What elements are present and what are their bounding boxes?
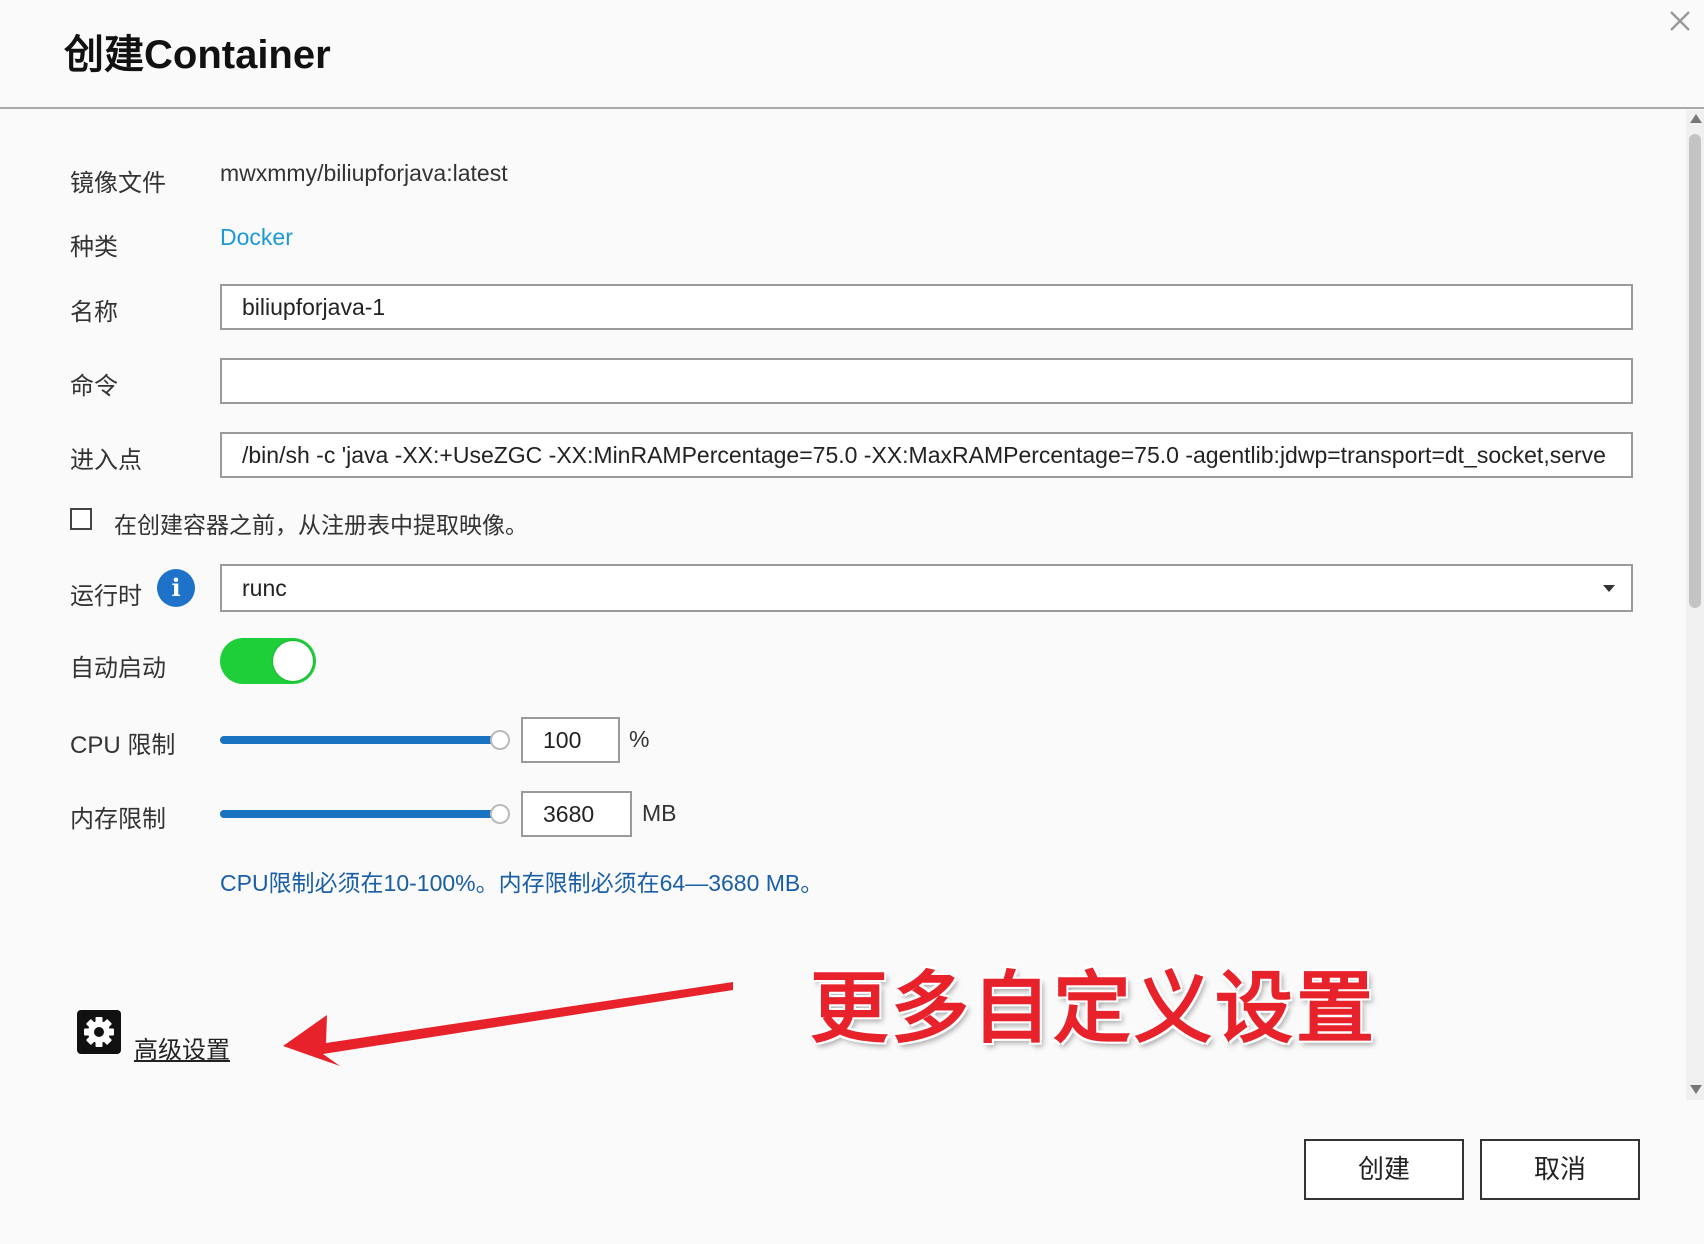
toggle-knob bbox=[273, 641, 313, 681]
chevron-down-icon bbox=[1603, 585, 1615, 592]
scrollbar[interactable] bbox=[1686, 110, 1704, 1100]
name-input[interactable]: biliupforjava-1 bbox=[220, 284, 1633, 330]
scroll-up-arrow-icon[interactable] bbox=[1690, 114, 1702, 123]
dialog-header: 创建Container bbox=[0, 0, 1704, 109]
scroll-down-arrow-icon[interactable] bbox=[1690, 1085, 1702, 1094]
cpu-limit-label: CPU 限制 bbox=[70, 732, 176, 759]
memory-limit-slider-fill bbox=[220, 810, 500, 818]
memory-limit-input[interactable]: 3680 bbox=[521, 791, 632, 837]
autostart-toggle[interactable] bbox=[220, 638, 316, 684]
runtime-select[interactable]: runc bbox=[220, 564, 1633, 612]
type-value: Docker bbox=[220, 224, 293, 250]
pull-image-label: 在创建容器之前，从注册表中提取映像。 bbox=[114, 512, 528, 538]
cancel-button[interactable]: 取消 bbox=[1480, 1139, 1640, 1200]
cpu-limit-input[interactable]: 100 bbox=[521, 717, 620, 763]
dialog-title: 创建Container bbox=[64, 33, 331, 77]
runtime-label: 运行时 bbox=[70, 583, 142, 610]
memory-limit-unit: MB bbox=[642, 800, 677, 826]
annotation-text: 更多自定义设置 bbox=[810, 963, 1378, 1054]
image-value: mwxmmy/biliupforjava:latest bbox=[220, 160, 508, 186]
create-button[interactable]: 创建 bbox=[1304, 1139, 1464, 1200]
pull-image-checkbox[interactable] bbox=[70, 508, 92, 530]
advanced-settings-link[interactable]: 高级设置 bbox=[134, 1030, 230, 1065]
memory-limit-slider[interactable] bbox=[220, 804, 510, 824]
limit-note: CPU限制必须在10-100%。内存限制必须在64—3680 MB。 bbox=[220, 870, 824, 896]
memory-limit-label: 内存限制 bbox=[70, 806, 166, 833]
cpu-limit-slider-fill bbox=[220, 736, 500, 744]
name-label: 名称 bbox=[70, 299, 118, 326]
close-icon[interactable] bbox=[1665, 6, 1695, 36]
info-icon[interactable]: i bbox=[157, 569, 195, 607]
type-label: 种类 bbox=[70, 234, 118, 261]
entrypoint-label: 进入点 bbox=[70, 447, 142, 474]
scrollbar-thumb[interactable] bbox=[1689, 134, 1701, 608]
runtime-select-value: runc bbox=[242, 575, 287, 601]
cpu-limit-slider[interactable] bbox=[220, 730, 510, 750]
cpu-limit-unit: % bbox=[629, 726, 650, 752]
image-label: 镜像文件 bbox=[70, 170, 166, 197]
autostart-label: 自动启动 bbox=[70, 655, 166, 682]
gear-icon[interactable] bbox=[77, 1010, 121, 1054]
cpu-limit-slider-thumb[interactable] bbox=[490, 730, 510, 750]
command-input[interactable] bbox=[220, 358, 1633, 404]
entrypoint-input[interactable]: /bin/sh -c 'java -XX:+UseZGC -XX:MinRAMP… bbox=[220, 432, 1633, 478]
command-label: 命令 bbox=[70, 373, 118, 400]
memory-limit-slider-thumb[interactable] bbox=[490, 804, 510, 824]
